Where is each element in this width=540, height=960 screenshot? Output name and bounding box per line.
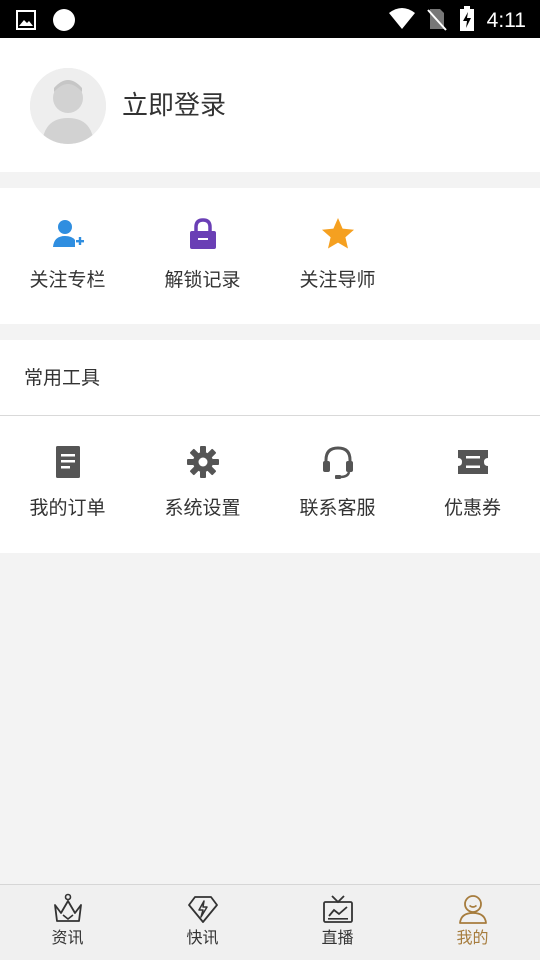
quick-link-label: 关注专栏	[29, 269, 106, 291]
login-link[interactable]: 立即登录	[122, 88, 226, 124]
quick-link-label: 解锁记录	[164, 269, 241, 291]
battery-charging-icon	[459, 6, 475, 36]
quick-link-followed-columns[interactable]: 关注专栏	[0, 216, 135, 294]
quick-links: 关注专栏 解锁记录 关注导师	[0, 188, 540, 324]
document-icon	[50, 444, 86, 480]
crown-icon	[52, 893, 84, 925]
user-icon	[457, 893, 489, 925]
lightning-gem-icon	[187, 893, 219, 925]
headset-icon	[320, 444, 356, 480]
status-bar: 4:11	[0, 0, 540, 38]
user-add-icon	[50, 216, 86, 252]
tab-label: 资讯	[51, 928, 84, 947]
no-sim-icon	[426, 7, 447, 35]
tool-coupons[interactable]: 优惠券	[405, 444, 540, 522]
circle-icon	[52, 8, 76, 36]
tool-label: 联系客服	[299, 497, 376, 519]
screen: 4:11 立即登录 关注专栏 解锁记录 关注导师 常用工具 我的订单 系统设置 …	[0, 0, 540, 960]
tools-section: 常用工具 我的订单 系统设置 联系客服 优惠券	[0, 340, 540, 553]
image-icon	[16, 10, 36, 34]
profile-card[interactable]: 立即登录	[0, 38, 540, 172]
tab-flash-news[interactable]: 快讯	[135, 885, 270, 960]
star-icon	[320, 216, 356, 252]
tool-my-orders[interactable]: 我的订单	[0, 444, 135, 522]
section-title: 常用工具	[24, 367, 101, 389]
clock: 4:11	[486, 9, 526, 32]
tab-mine[interactable]: 我的	[405, 885, 540, 960]
tool-label: 系统设置	[164, 497, 241, 519]
tool-system-settings[interactable]: 系统设置	[135, 444, 270, 522]
tab-label: 快讯	[186, 928, 219, 947]
bottom-nav: 资讯 快讯 直播 我的	[0, 884, 540, 960]
wifi-icon	[388, 8, 415, 34]
ticket-icon	[455, 444, 491, 480]
tab-live[interactable]: 直播	[270, 885, 405, 960]
tool-label: 优惠券	[443, 497, 501, 519]
tab-label: 我的	[456, 928, 489, 947]
quick-link-label: 关注导师	[299, 269, 376, 291]
quick-link-followed-mentors[interactable]: 关注导师	[270, 216, 405, 294]
tv-icon	[322, 893, 354, 925]
divider	[0, 415, 540, 416]
tool-label: 我的订单	[29, 497, 106, 519]
unlock-icon	[185, 216, 221, 252]
tab-label: 直播	[321, 928, 354, 947]
default-avatar-icon[interactable]	[30, 68, 106, 144]
quick-link-unlock-records[interactable]: 解锁记录	[135, 216, 270, 294]
tab-news[interactable]: 资讯	[0, 885, 135, 960]
tool-customer-service[interactable]: 联系客服	[270, 444, 405, 522]
gear-icon	[185, 444, 221, 480]
